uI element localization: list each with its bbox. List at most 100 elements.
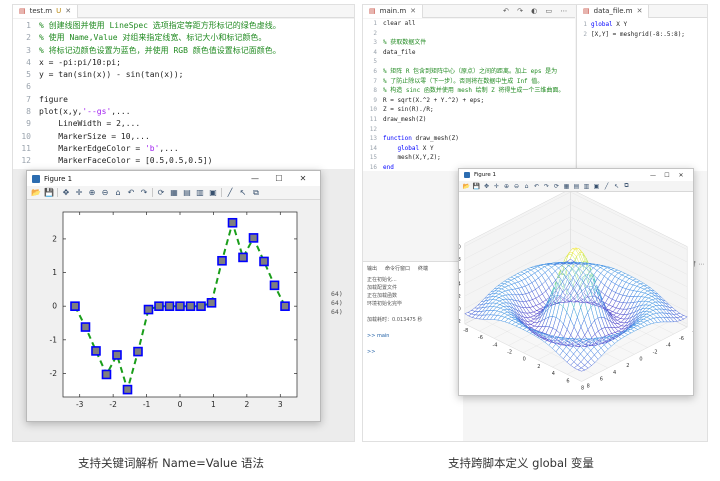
line-number: 12 xyxy=(369,125,377,133)
code-line[interactable]: 3 % 将标记边颜色设置为蓝色，并使用 RGB 颜色值设置标记面颜色。 xyxy=(13,45,354,57)
code-line[interactable]: 4 x = -pi:pi/10:pi; xyxy=(13,57,354,69)
x-tick-label: -4 xyxy=(493,342,498,348)
code-line[interactable]: 4 data_file xyxy=(363,48,575,58)
box-icon[interactable]: ▣ xyxy=(593,183,600,190)
left-code-editor[interactable]: 1 % 创建线图并使用 LineSpec 选项指定等距方形标记的绿色虚线。 2 % 使… xyxy=(13,19,354,169)
code-line[interactable]: 10 Z = sin(R)./R; xyxy=(363,105,575,115)
line-icon[interactable]: ╱ xyxy=(225,188,235,198)
zoom-in-icon[interactable]: ⊕ xyxy=(503,183,510,190)
file-icon: ▤ xyxy=(583,7,590,15)
line-number: 2 xyxy=(26,33,31,43)
console-tab[interactable]: 输出 xyxy=(367,265,377,273)
open-icon[interactable]: 📂 xyxy=(463,183,470,190)
code-line[interactable]: 14 global X Y xyxy=(363,144,575,154)
tab-test-m[interactable]: ▤ test.m U ✕ xyxy=(13,5,79,18)
code-line[interactable]: 5 y = tan(sin(x)) - sin(tan(x)); xyxy=(13,69,354,81)
code-line[interactable]: 9 LineWidth = 2,... xyxy=(13,118,354,130)
code-line[interactable]: 15 mesh(X,Y,Z); xyxy=(363,153,575,163)
grid-icon[interactable]: ▦ xyxy=(563,183,570,190)
maximize-button[interactable]: ☐ xyxy=(267,174,291,183)
right-code-editor[interactable]: 1 clear all 2 3 % 获取数据文件 4 data_file 5 6 % 矩阵 R 包… xyxy=(363,19,575,171)
data-marker xyxy=(269,280,280,291)
code-line[interactable]: 6 % 矩阵 R 包含到矩阵中心（原点）之间的距离。加上 eps 是为 xyxy=(363,67,575,77)
colorbar-icon[interactable]: ▥ xyxy=(195,188,205,198)
code-line[interactable]: 13 function draw_mesh(Z) xyxy=(363,134,575,144)
line-plot[interactable]: -3 -2 -1 0 1 2 3 -2 -1 0 1 2 xyxy=(27,200,320,421)
home-icon[interactable]: ⌂ xyxy=(113,188,123,198)
editor-toolbar[interactable]: ↶ ↷ ◐ ▭ ⋯ xyxy=(503,7,570,15)
tab-label: data_file.m xyxy=(593,7,633,15)
dock-icon[interactable]: ⧉ xyxy=(623,182,630,190)
open-icon[interactable]: 📂 xyxy=(31,188,41,198)
code-line[interactable]: 8 % 构造 sinc 函数并使用 mesh 绘制 Z 将得生成一个三维曲面。 xyxy=(363,86,575,96)
rotate-icon[interactable]: ⟳ xyxy=(553,183,560,190)
minimize-button[interactable]: — xyxy=(243,174,267,183)
code-line[interactable]: 6 xyxy=(13,81,354,93)
code-token: % 获取数据文件 xyxy=(383,39,427,47)
save-icon[interactable]: 💾 xyxy=(473,183,480,190)
legend-icon[interactable]: ▤ xyxy=(573,183,580,190)
zoom-out-icon[interactable]: ⊖ xyxy=(513,183,520,190)
pointer-icon[interactable]: ↖ xyxy=(613,183,620,190)
side-tab-bar: ▤ data_file.m ✕ xyxy=(577,5,707,18)
colorbar-icon[interactable]: ▥ xyxy=(583,183,590,190)
pan-icon[interactable]: ✥ xyxy=(483,183,490,190)
close-icon[interactable]: ✕ xyxy=(637,7,643,15)
side-code-editor[interactable]: 1 global X Y 2 [X,Y] = meshgrid(-8:.5:8); xyxy=(577,18,707,40)
box-icon[interactable]: ▣ xyxy=(208,188,218,198)
zoom-out-icon[interactable]: ⊖ xyxy=(100,188,110,198)
code-line[interactable]: 2 % 使用 Name,Value 对组来指定线宽、标记大小和标记颜色。 xyxy=(13,32,354,44)
save-icon[interactable]: 💾 xyxy=(44,188,54,198)
code-line[interactable]: 1 % 创建线图并使用 LineSpec 选项指定等距方形标记的绿色虚线。 xyxy=(13,20,354,32)
code-line[interactable]: 5 xyxy=(363,57,575,67)
code-line[interactable]: 11 draw_mesh(Z) xyxy=(363,115,575,125)
zoom-in-icon[interactable]: ⊕ xyxy=(87,188,97,198)
close-button[interactable]: ✕ xyxy=(291,174,315,183)
code-line[interactable]: 3 % 获取数据文件 xyxy=(363,38,575,48)
tab-main-m[interactable]: ▤ main.m ✕ xyxy=(363,5,424,18)
code-line[interactable]: 10 MarkerSize = 10,... xyxy=(13,131,354,143)
pan-icon[interactable]: ✥ xyxy=(61,188,71,198)
undo-icon[interactable]: ↶ xyxy=(533,183,540,190)
undo-icon[interactable]: ↶ xyxy=(126,188,136,198)
console-tab[interactable]: 终端 xyxy=(418,265,428,273)
redo-icon[interactable]: ↷ xyxy=(139,188,149,198)
code-line[interactable]: 12 xyxy=(363,125,575,135)
dock-icon[interactable]: ⧉ xyxy=(251,188,261,198)
figure-titlebar: Figure 1 — ☐ ✕ xyxy=(459,169,693,181)
home-icon[interactable]: ⌂ xyxy=(523,183,530,190)
code-line[interactable]: 2 xyxy=(363,29,575,39)
tab-data-file-m[interactable]: ▤ data_file.m ✕ xyxy=(577,5,650,18)
console-line: 环境初始化完毕 xyxy=(367,301,403,307)
legend-icon[interactable]: ▤ xyxy=(182,188,192,198)
pointer-icon[interactable]: ↖ xyxy=(238,188,248,198)
console-panel[interactable]: 输出 命令行窗口 终端 正在初始化... 加载配置文件 正在加载函数 环境初始化完毕 … xyxy=(363,261,463,441)
code-line[interactable]: 7 % 了防止除以零（下一步）。否则将在数据中生成 Inf 值。 xyxy=(363,77,575,87)
code-line[interactable]: 12 MarkerFaceColor = [0.5,0.5,0.5]) xyxy=(13,155,354,167)
code-line[interactable]: 1 clear all xyxy=(363,19,575,29)
code-line[interactable]: 8 plot(x,y,'--gs',... xyxy=(13,106,354,118)
mesh-surface-plot[interactable]: 1.0 0.8 0.6 0.4 0.2 0.0 -0.2 -8 -6 -4 -2 0 2 4 6 8 -8 -6 -… xyxy=(459,192,693,395)
close-icon[interactable]: ✕ xyxy=(410,7,416,15)
rotate-icon[interactable]: ⟳ xyxy=(156,188,166,198)
minimize-button[interactable]: — xyxy=(646,172,660,179)
code-line[interactable]: 9 R = sqrt(X.^2 + Y.^2) + eps; xyxy=(363,96,575,106)
redo-icon[interactable]: ↷ xyxy=(543,183,550,190)
right-caption: 支持跨脚本定义 global 变量 xyxy=(448,456,594,470)
figure-toolbar: 📂 💾 ✥ ✛ ⊕ ⊖ ⌂ ↶ ↷ ⟳ ▦ ▤ ▥ ▣ ╱ ↖ ⧉ xyxy=(459,181,693,192)
code-token: % 构造 sinc 函数并使用 mesh 绘制 Z 将得生成一个三维曲面。 xyxy=(383,87,565,95)
data-marker xyxy=(164,301,175,311)
code-line[interactable]: 2 [X,Y] = meshgrid(-8:.5:8); xyxy=(577,30,707,40)
code-line[interactable]: 7 figure xyxy=(13,94,354,106)
code-line[interactable]: 1 global X Y xyxy=(577,20,707,30)
code-token: figure xyxy=(39,94,68,104)
console-tab[interactable]: 命令行窗口 xyxy=(385,265,410,273)
code-line[interactable]: 11 MarkerEdgeColor = 'b',... xyxy=(13,143,354,155)
grid-icon[interactable]: ▦ xyxy=(169,188,179,198)
line-icon[interactable]: ╱ xyxy=(603,183,610,190)
datatip-icon[interactable]: ✛ xyxy=(493,183,500,190)
close-button[interactable]: ✕ xyxy=(674,172,688,179)
datatip-icon[interactable]: ✛ xyxy=(74,188,84,198)
close-icon[interactable]: ✕ xyxy=(65,7,71,15)
maximize-button[interactable]: ☐ xyxy=(660,172,674,179)
